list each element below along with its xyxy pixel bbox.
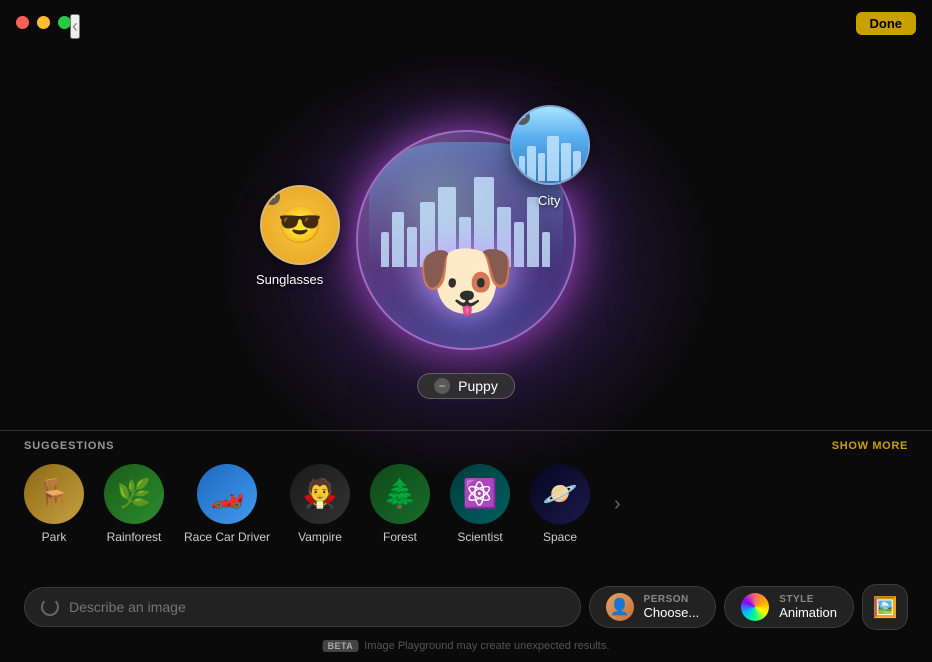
suggestions-list: 🪑 Park 🌿 Rainforest 🏎️ Race Car Driver 🧛… xyxy=(24,464,908,544)
sunglasses-bubble[interactable]: − 😎 xyxy=(260,185,340,265)
remove-sunglasses-button[interactable]: − xyxy=(264,189,280,205)
puppy-tag-label: Puppy xyxy=(458,378,498,394)
beta-badge: BETA xyxy=(323,640,359,652)
titlebar xyxy=(16,16,71,29)
minimize-button[interactable] xyxy=(37,16,50,29)
race-car-driver-icon: 🏎️ xyxy=(197,464,257,524)
puppy-tag[interactable]: − Puppy xyxy=(417,373,515,399)
rainforest-label: Rainforest xyxy=(107,530,162,544)
person-button-value: Choose... xyxy=(644,605,700,620)
beta-notice: BETA Image Playground may create unexpec… xyxy=(323,640,610,652)
suggestion-item-space[interactable]: 🪐 Space xyxy=(530,464,590,544)
person-icon: 👤 xyxy=(606,593,634,621)
photo-library-button[interactable]: 🖼️ xyxy=(862,584,908,630)
forest-label: Forest xyxy=(383,530,417,544)
remove-city-button[interactable]: − xyxy=(514,109,530,125)
bottom-toolbar: 👤 PERSON Choose... STYLE Animation 🖼️ xyxy=(24,584,908,630)
suggestion-item-park[interactable]: 🪑 Park xyxy=(24,464,84,544)
vampire-icon: 🧛 xyxy=(290,464,350,524)
scroll-right-button[interactable]: › xyxy=(610,493,625,516)
forest-icon: 🌲 xyxy=(370,464,430,524)
suggestions-section: SUGGESTIONS SHOW MORE 🪑 Park 🌿 Rainfores… xyxy=(0,440,932,544)
style-button-value: Animation xyxy=(779,605,837,620)
person-button-label: PERSON xyxy=(644,594,700,605)
rainforest-icon: 🌿 xyxy=(104,464,164,524)
suggestion-item-rainforest[interactable]: 🌿 Rainforest xyxy=(104,464,164,544)
scientist-icon: ⚛️ xyxy=(450,464,510,524)
canvas-area: 🐶 − 😎 Sunglasses − City − Puppy xyxy=(0,0,932,662)
race-car-driver-label: Race Car Driver xyxy=(184,530,270,544)
done-button[interactable]: Done xyxy=(856,12,917,35)
style-icon xyxy=(741,593,769,621)
style-button-label: STYLE xyxy=(779,594,837,605)
remove-puppy-button[interactable]: − xyxy=(434,378,450,394)
puppy-image: 🐶 xyxy=(416,234,516,328)
park-label: Park xyxy=(42,530,67,544)
search-spinner-icon xyxy=(41,598,59,616)
close-button[interactable] xyxy=(16,16,29,29)
suggestion-item-vampire[interactable]: 🧛 Vampire xyxy=(290,464,350,544)
style-button[interactable]: STYLE Animation xyxy=(724,586,854,628)
photo-library-icon: 🖼️ xyxy=(873,595,898,620)
suggestions-title: SUGGESTIONS xyxy=(24,440,114,452)
describe-image-input[interactable] xyxy=(69,599,564,615)
sunglasses-label: Sunglasses xyxy=(256,272,323,287)
suggestion-item-race-car-driver[interactable]: 🏎️ Race Car Driver xyxy=(184,464,270,544)
show-more-button[interactable]: SHOW MORE xyxy=(832,440,908,452)
space-label: Space xyxy=(543,530,577,544)
person-button[interactable]: 👤 PERSON Choose... xyxy=(589,586,717,628)
search-input-area[interactable] xyxy=(24,587,581,627)
city-label: City xyxy=(538,193,560,208)
section-divider xyxy=(0,430,932,431)
back-button[interactable]: ‹ xyxy=(70,14,80,39)
suggestions-header: SUGGESTIONS SHOW MORE xyxy=(24,440,908,452)
park-icon: 🪑 xyxy=(24,464,84,524)
beta-notice-text: Image Playground may create unexpected r… xyxy=(364,640,609,652)
vampire-label: Vampire xyxy=(298,530,342,544)
suggestion-item-scientist[interactable]: ⚛️ Scientist xyxy=(450,464,510,544)
scientist-label: Scientist xyxy=(457,530,502,544)
suggestion-item-forest[interactable]: 🌲 Forest xyxy=(370,464,430,544)
space-icon: 🪐 xyxy=(530,464,590,524)
city-bubble[interactable]: − xyxy=(510,105,590,185)
